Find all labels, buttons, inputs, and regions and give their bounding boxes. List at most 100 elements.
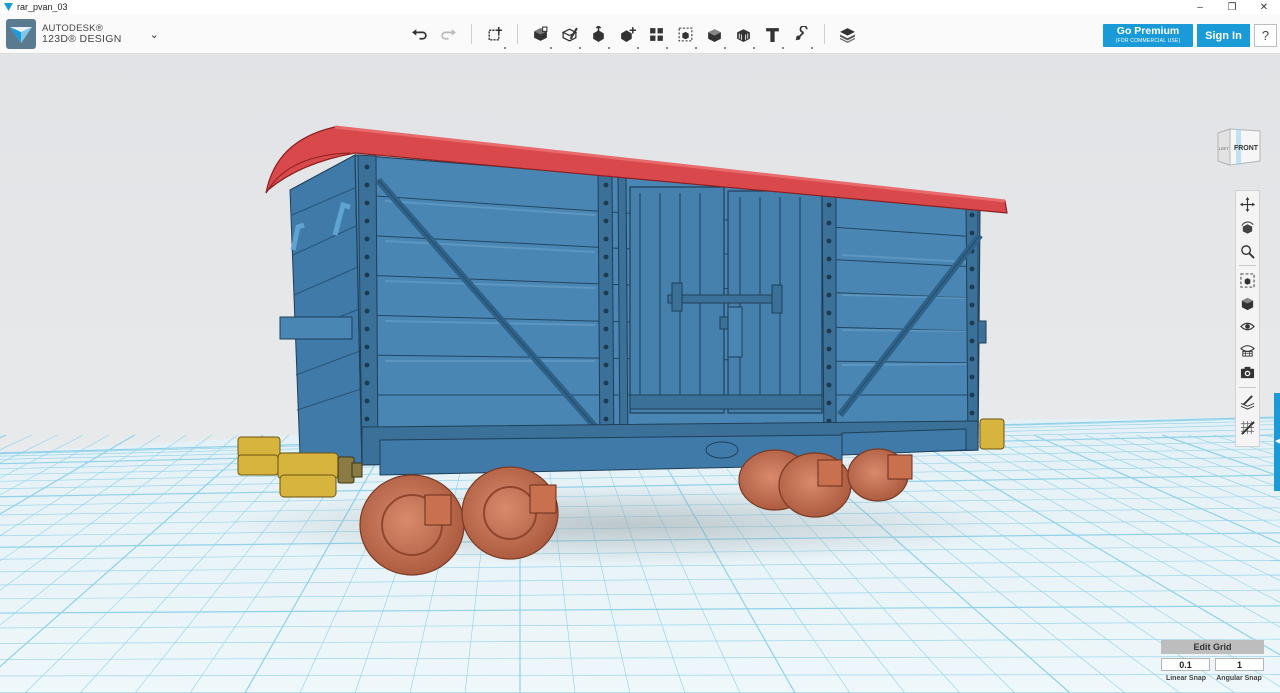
maximize-button[interactable]: ❐ <box>1216 0 1248 14</box>
combine-icon[interactable] <box>700 19 729 49</box>
pattern-icon[interactable] <box>642 19 671 49</box>
3d-viewport[interactable]: FRONT LEFT ◀ Edit Grid 0.1 1 Linear Snap… <box>0 55 1280 693</box>
rivet <box>603 326 609 332</box>
rivet <box>826 400 832 406</box>
linear-snap-label: Linear Snap <box>1165 675 1207 682</box>
view-icon[interactable] <box>1236 292 1259 314</box>
materials-outlines-icon[interactable] <box>1236 338 1259 360</box>
orbit-icon[interactable] <box>1236 217 1259 239</box>
rivet <box>603 308 609 314</box>
rivet <box>603 362 609 368</box>
sketch-icon[interactable] <box>555 19 584 49</box>
rivet <box>364 254 370 260</box>
visibility-icon[interactable] <box>1236 315 1259 337</box>
zoom-icon[interactable] <box>1236 240 1259 262</box>
snap-grid-icon[interactable] <box>1236 391 1259 413</box>
rivet <box>826 202 832 208</box>
rivet <box>826 274 832 280</box>
rivet <box>826 220 832 226</box>
toolbar-divider <box>471 24 472 44</box>
rivet <box>364 236 370 242</box>
rivet <box>364 398 370 404</box>
rivet <box>969 230 975 236</box>
rivet <box>364 272 370 278</box>
close-button[interactable]: ✕ <box>1248 0 1280 14</box>
transform-icon[interactable] <box>480 19 509 49</box>
navbar-divider <box>1239 265 1256 266</box>
rivet <box>364 416 370 422</box>
rivet <box>826 310 832 316</box>
rivet <box>826 364 832 370</box>
app-icon <box>3 2 13 12</box>
hide-grid-icon[interactable] <box>1236 416 1259 438</box>
undo-redo-group <box>405 14 862 54</box>
angular-snap-field[interactable]: 1 <box>1215 658 1264 671</box>
viewcube-left-label: LEFT <box>1219 146 1229 151</box>
go-premium-label: Go Premium <box>1116 25 1180 37</box>
side-panel-tab[interactable]: ◀ <box>1274 393 1280 491</box>
rivet <box>603 398 609 404</box>
app-menu-button[interactable]: AUTODESK® 123D® DESIGN ⌄ <box>6 19 159 49</box>
rivet <box>603 254 609 260</box>
viewcube-front-label: FRONT <box>1234 145 1259 152</box>
undo-icon[interactable] <box>405 19 434 49</box>
autodesk-logo-icon <box>6 19 36 49</box>
rivet <box>826 382 832 388</box>
rivet <box>364 362 370 368</box>
edit-grid-button[interactable]: Edit Grid <box>1161 640 1264 654</box>
rivet <box>364 326 370 332</box>
angular-snap-label: Angular Snap <box>1216 675 1262 682</box>
construct-icon[interactable] <box>584 19 613 49</box>
text-icon[interactable] <box>758 19 787 49</box>
rivet <box>364 308 370 314</box>
rivet <box>826 346 832 352</box>
minimize-button[interactable]: – <box>1184 0 1216 14</box>
rivet <box>826 292 832 298</box>
camera-icon[interactable] <box>1236 361 1259 383</box>
rivet <box>603 416 609 422</box>
main-toolbar: AUTODESK® 123D® DESIGN ⌄ Go Premium (FOR… <box>0 14 1280 54</box>
rivet <box>603 380 609 386</box>
fit-icon[interactable] <box>1236 269 1259 291</box>
navigation-bar <box>1235 190 1260 447</box>
go-premium-button[interactable]: Go Premium (FOR COMMERCIAL USE) <box>1103 24 1193 47</box>
rivet <box>826 256 832 262</box>
rivet <box>969 302 975 308</box>
rivet <box>969 212 975 218</box>
snap-icon[interactable] <box>787 19 816 49</box>
go-premium-sublabel: (FOR COMMERCIAL USE) <box>1115 38 1181 44</box>
rivet <box>826 238 832 244</box>
rivet <box>603 200 609 206</box>
linear-snap-field[interactable]: 0.1 <box>1161 658 1210 671</box>
redo-icon[interactable] <box>434 19 463 49</box>
sign-in-button[interactable]: Sign In <box>1197 24 1250 47</box>
grouping-icon[interactable] <box>671 19 700 49</box>
rivet <box>364 380 370 386</box>
rivet <box>364 344 370 350</box>
rivet <box>603 182 609 188</box>
help-button[interactable]: ? <box>1254 24 1277 47</box>
rivet <box>603 272 609 278</box>
3d-scene <box>0 55 1280 693</box>
navbar-divider <box>1239 387 1256 388</box>
measure-icon[interactable] <box>729 19 758 49</box>
app-window: rar_pvan_03 – ❐ ✕ AUTODESK® 123D® DESIGN… <box>0 0 1280 693</box>
rivet <box>969 392 975 398</box>
modify-icon[interactable] <box>613 19 642 49</box>
rivet <box>603 344 609 350</box>
toolbar-divider <box>824 24 825 44</box>
toolbar-divider <box>517 24 518 44</box>
rivet <box>364 218 370 224</box>
rivet <box>969 338 975 344</box>
primitives-icon[interactable] <box>526 19 555 49</box>
material-icon[interactable] <box>833 19 862 49</box>
view-cube[interactable]: FRONT LEFT <box>1214 127 1262 167</box>
rivet <box>969 320 975 326</box>
window-controls: – ❐ ✕ <box>1184 0 1280 14</box>
rivet <box>603 218 609 224</box>
rivet <box>364 164 370 170</box>
chevron-down-icon[interactable]: ⌄ <box>150 28 159 41</box>
pan-icon[interactable] <box>1236 193 1259 215</box>
rivet <box>364 290 370 296</box>
rivet <box>603 236 609 242</box>
